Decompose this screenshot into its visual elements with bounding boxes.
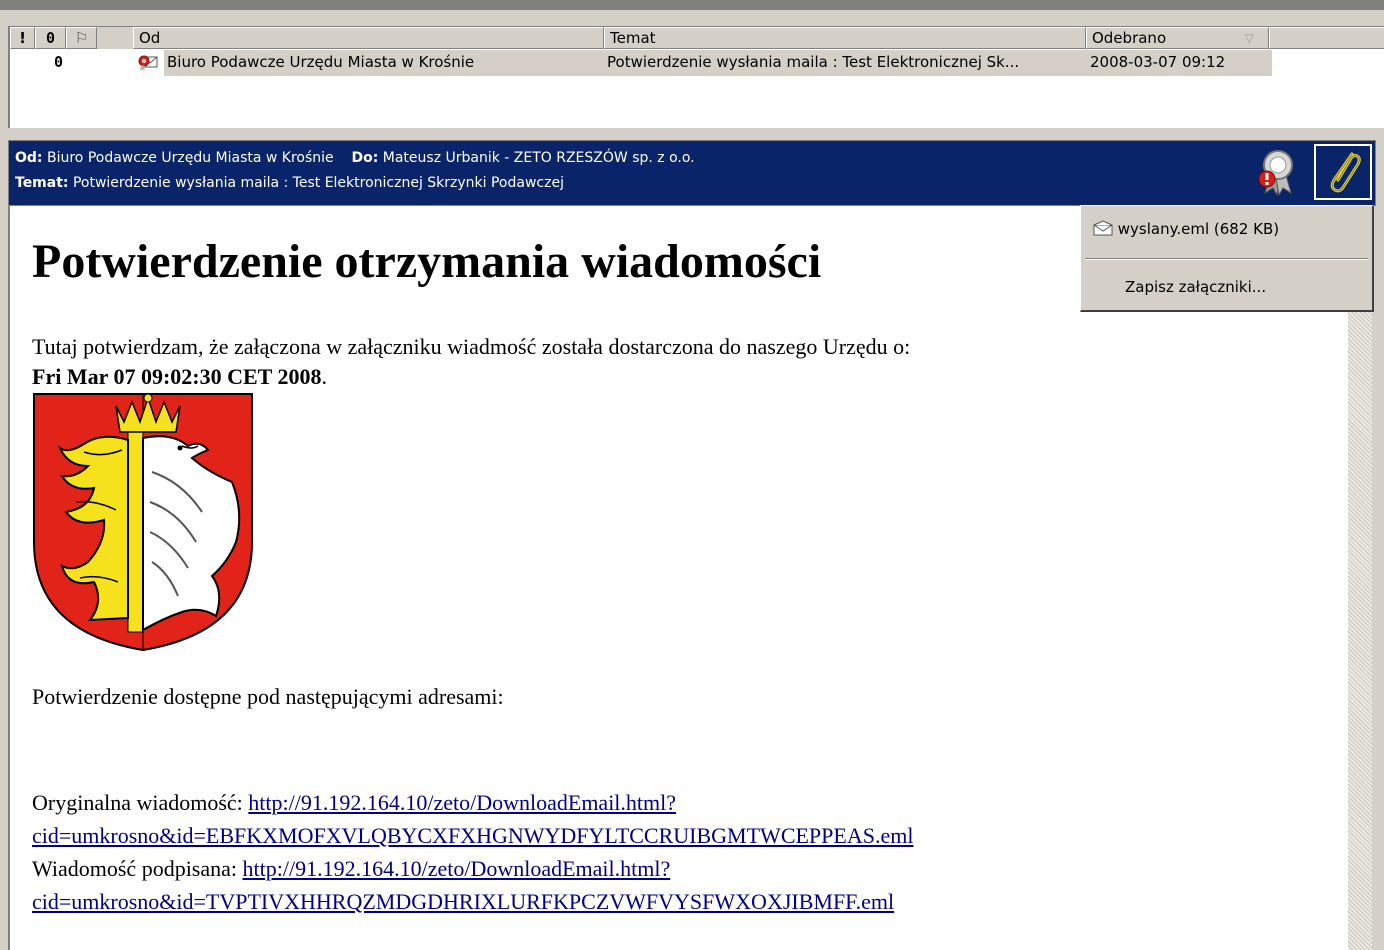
message-body: Potwierdzenie otrzymania wiadomości Tuta… [8, 206, 1372, 950]
attachment-filename: wyslany.eml (682 KB) [1117, 220, 1280, 238]
subject-value: Potwierdzenie wysłania maila : Test Elek… [72, 175, 564, 191]
message-heading: Potwierdzenie otrzymania wiadomości [32, 235, 822, 288]
original-message-link[interactable]: http://91.192.164.10/zeto/DownloadEmail.… [248, 790, 676, 815]
column-filler [1269, 27, 1384, 49]
message-intro: Tutaj potwierdzam, że załączona w załącz… [32, 332, 910, 392]
attachment-menu-item[interactable]: wyslany.eml (682 KB) [1093, 220, 1279, 238]
links-block: Oryginalna wiadomość: http://91.192.164.… [32, 786, 913, 918]
column-subject[interactable]: Temat [604, 27, 1086, 49]
delivery-timestamp: Fri Mar 07 09:02:30 CET 2008 [32, 364, 322, 389]
original-message-link-cont[interactable]: cid=umkrosno&id=EBFKXMOFXVLQBYCXFXHGNWYD… [32, 823, 913, 848]
intro-text: Tutaj potwierdzam, że załączona w załącz… [32, 334, 911, 359]
addresses-intro: Potwierdzenie dostępne pod następującymi… [32, 684, 504, 709]
row-from: Biuro Podawcze Urzędu Miasta w Krośnie [167, 53, 475, 71]
row-subject: Potwierdzenie wysłania maila : Test Elek… [607, 53, 1020, 71]
sort-descending-icon: ▽ [1244, 31, 1254, 45]
to-label: Do: [351, 150, 379, 166]
column-attachment[interactable]: 0 [35, 27, 66, 49]
save-attachments-menu-item[interactable]: Zapisz załączniki... [1125, 278, 1266, 296]
preview-header: Od: Biuro Podawcze Urzędu Miasta w Krośn… [8, 140, 1376, 206]
signed-message-icon [137, 49, 163, 76]
vertical-scrollbar[interactable] [1348, 206, 1372, 950]
window-top-border [0, 0, 1384, 10]
column-from[interactable]: Od [133, 27, 604, 49]
preview-subject-line: Temat: Potwierdzenie wysłania maila : Te… [15, 175, 564, 191]
row-received: 2008-03-07 09:12 [1090, 53, 1226, 71]
list-item[interactable]: 0 Biuro Podawcze Urzędu Miasta w Krośnie… [10, 49, 1384, 76]
original-label: Oryginalna wiadomość: [32, 790, 249, 815]
timestamp-suffix: . [321, 364, 327, 389]
digital-signature-icon[interactable] [1253, 145, 1305, 199]
from-value: Biuro Podawcze Urzędu Miasta w Krośnie [46, 150, 334, 166]
coat-of-arms-image [32, 392, 254, 652]
signed-message-link[interactable]: http://91.192.164.10/zeto/DownloadEmail.… [243, 856, 671, 881]
attachments-menu: wyslany.eml (682 KB) Zapisz załączniki..… [1080, 205, 1374, 312]
column-received[interactable]: Odebrano ▽ [1086, 27, 1269, 49]
envelope-icon [1093, 220, 1113, 236]
list-header: ! 0 ⚐ Od Temat Odebrano ▽ [10, 27, 1384, 49]
preview-from-to-line: Od: Biuro Podawcze Urzędu Miasta w Krośn… [15, 150, 695, 166]
subject-label: Temat: [15, 175, 69, 191]
column-flag[interactable]: ⚐ [66, 27, 97, 49]
to-value: Mateusz Urbanik - ZETO RZESZÓW sp. z o.o… [382, 150, 695, 166]
signed-message-link-cont[interactable]: cid=umkrosno&id=TVPTIVXHHRQZMDGDHRIXLURF… [32, 889, 894, 914]
signed-label: Wiadomość podpisana: [32, 856, 243, 881]
attachment-icon: 0 [54, 53, 64, 71]
column-received-label: Odebrano [1092, 29, 1167, 47]
attachments-button[interactable] [1314, 144, 1372, 200]
menu-separator [1085, 258, 1368, 260]
from-label: Od: [15, 150, 43, 166]
column-importance[interactable]: ! [10, 27, 35, 49]
paperclip-icon [1330, 152, 1361, 193]
message-list[interactable]: ! 0 ⚐ Od Temat Odebrano ▽ 0 Biuro Podawc… [8, 26, 1384, 128]
